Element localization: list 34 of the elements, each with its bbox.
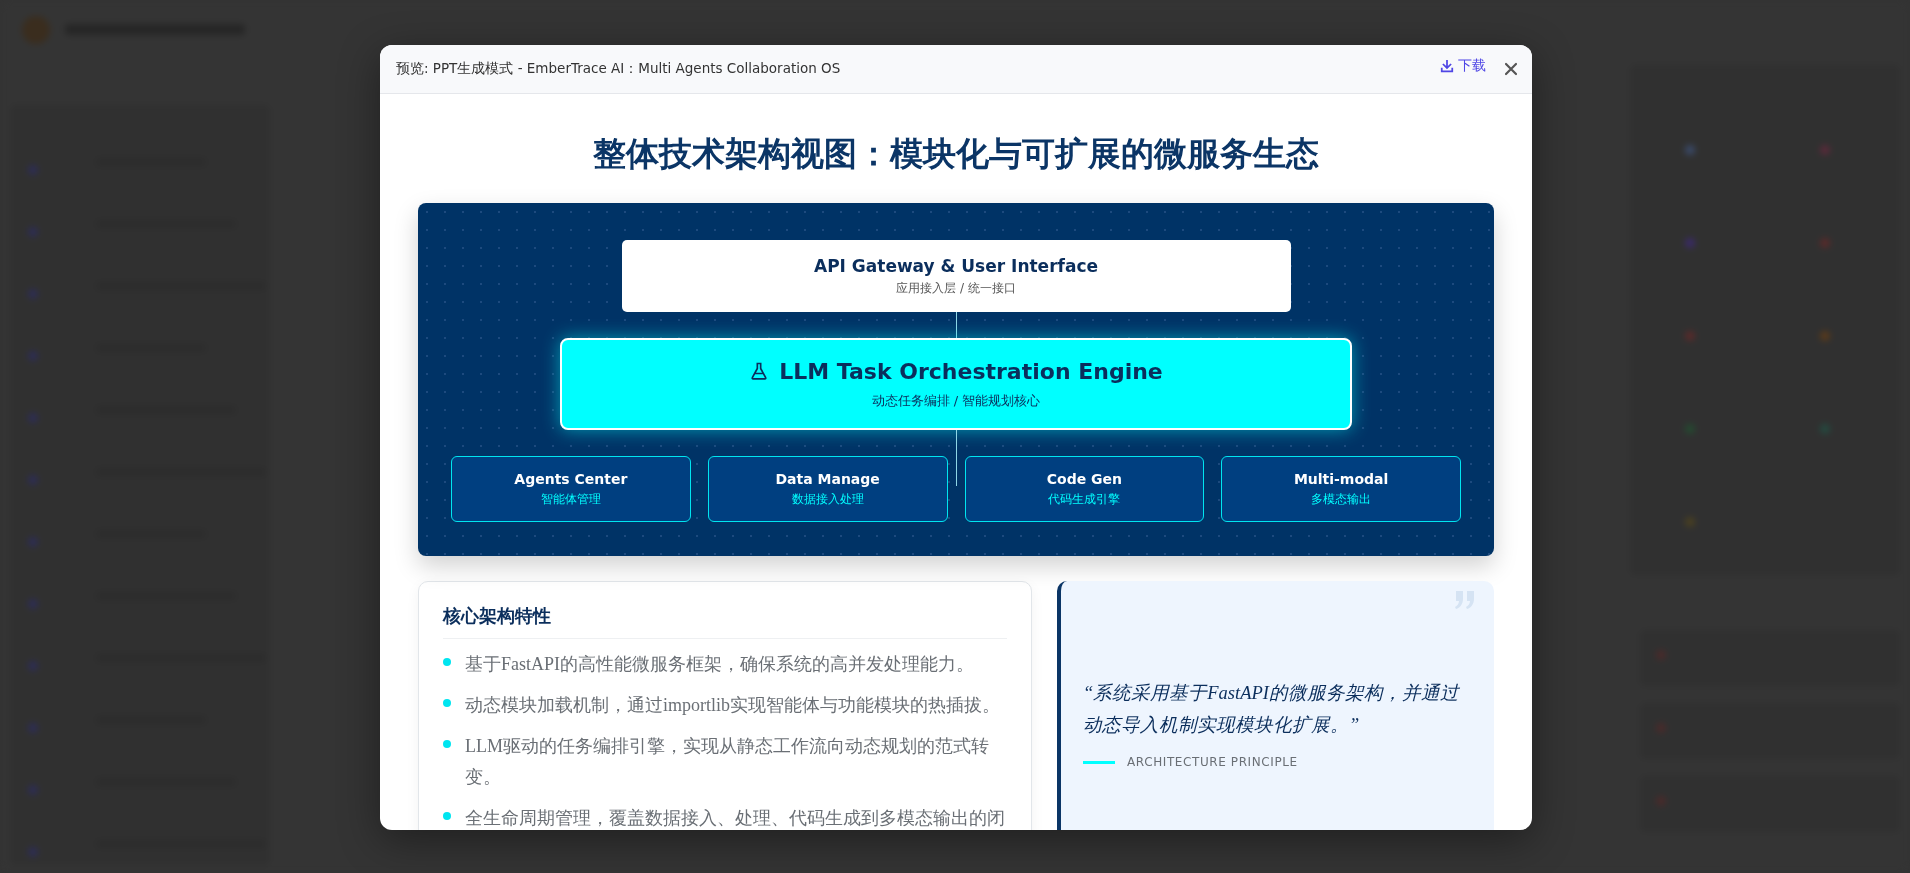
module-title: Agents Center	[514, 471, 628, 487]
connector-line	[956, 430, 957, 486]
module-subtitle: 多模态输出	[1311, 492, 1372, 507]
quote-text: “系统采用基于FastAPI的微服务架构，并通过动态导入机制实现模块化扩展。”	[1083, 682, 1461, 737]
download-button[interactable]: 下载	[1438, 55, 1488, 77]
flask-icon	[749, 361, 770, 381]
card-heading: 核心架构特性	[443, 604, 1007, 639]
bullet-icon	[443, 812, 451, 820]
block-title: API Gateway & User Interface	[813, 255, 1098, 276]
feature-text: 全生命周期管理，覆盖数据接入、处理、代码生成到多模态输出的闭	[465, 807, 1005, 830]
bullet-icon	[443, 699, 451, 707]
module-subtitle: 代码生成引擎	[1048, 492, 1121, 507]
module-subtitle: 数据接入处理	[791, 492, 864, 507]
connector-line	[956, 312, 957, 338]
accent-line	[1083, 760, 1115, 764]
feature-text: LLM驱动的任务编排引擎，实现从静态工作流向动态规划的范式转变。	[465, 735, 990, 789]
module-title: Data Manage	[775, 471, 880, 487]
feature-text: 基于FastAPI的高性能微服务框架，确保系统的高并发处理能力。	[465, 653, 974, 676]
download-icon	[1440, 59, 1454, 73]
dialog-title: 预览: PPT生成模式 - EmberTrace AI：Multi Agents Collaboration OS	[396, 60, 842, 78]
bullet-icon	[443, 740, 451, 748]
close-icon	[1504, 62, 1518, 76]
feature-text: 动态模块加载机制，通过importlib实现智能体与功能模块的热插拔。	[465, 694, 1000, 717]
quote-icon	[1454, 591, 1476, 609]
module-title: Code Gen	[1046, 471, 1122, 487]
block-title: LLM Task Orchestration Engine	[779, 358, 1163, 384]
block-subtitle: 动态任务编排 / 智能规划核心	[871, 391, 1041, 410]
bullet-icon	[443, 658, 451, 666]
module-title: Multi-modal	[1293, 471, 1389, 487]
close-button[interactable]	[1502, 60, 1520, 78]
quote-caption: ARCHITECTURE PRINCIPLE	[1127, 755, 1298, 769]
block-subtitle: 应用接入层 / 统一接口	[896, 279, 1016, 297]
slide-title: 整体技术架构视图：模块化与可扩展的微服务生态	[592, 133, 1320, 175]
module-subtitle: 智能体管理	[540, 492, 601, 507]
